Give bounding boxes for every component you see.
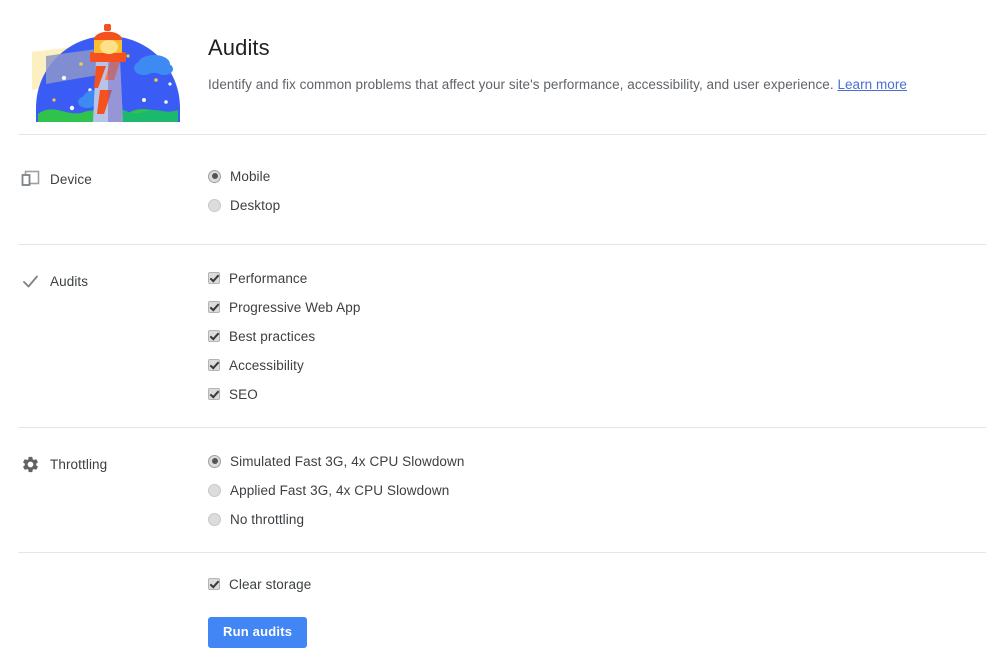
checkbox-seo-label: SEO: [229, 386, 258, 402]
page-description: Identify and fix common problems that af…: [208, 76, 907, 94]
section-device-title: Device: [50, 171, 92, 187]
section-device-label: Device: [18, 165, 208, 191]
radio-simulated-fast-3g-indicator[interactable]: [208, 454, 221, 468]
checkbox-clear-storage-label: Clear storage: [229, 576, 312, 592]
radio-option-applied-fast-3g[interactable]: Applied Fast 3G, 4x CPU Slowdown: [208, 479, 978, 501]
section-throttling-title: Throttling: [50, 456, 108, 472]
checkmark-icon: [18, 269, 42, 293]
checkbox-seo-indicator[interactable]: [208, 388, 220, 400]
learn-more-link[interactable]: Learn more: [837, 77, 907, 92]
lighthouse-logo: [18, 18, 198, 134]
checkbox-accessibility-label: Accessibility: [229, 357, 304, 373]
gear-icon: [18, 452, 42, 476]
checkbox-performance-label: Performance: [229, 270, 308, 286]
checkbox-option-performance[interactable]: Performance: [208, 267, 978, 289]
section-footer: Clear storage Run audits: [0, 553, 996, 648]
page-description-text: Identify and fix common problems that af…: [208, 77, 834, 92]
radio-option-mobile[interactable]: Mobile: [208, 165, 978, 187]
checkbox-progressive-web-app-label: Progressive Web App: [229, 299, 361, 315]
checkbox-best-practices-indicator[interactable]: [208, 330, 220, 342]
radio-applied-fast-3g-label: Applied Fast 3G, 4x CPU Slowdown: [230, 482, 450, 498]
radio-desktop-label: Desktop: [230, 197, 281, 213]
radio-option-desktop[interactable]: Desktop: [208, 194, 978, 216]
radio-no-throttling-indicator[interactable]: [208, 512, 221, 526]
radio-applied-fast-3g-indicator[interactable]: [208, 483, 221, 497]
section-throttling-options: Simulated Fast 3G, 4x CPU Slowdown Appli…: [208, 450, 978, 530]
section-throttling-label: Throttling: [18, 450, 208, 476]
run-audits-button[interactable]: Run audits: [208, 617, 308, 648]
section-device-options: Mobile Desktop: [208, 165, 978, 216]
checkbox-accessibility-indicator[interactable]: [208, 359, 220, 371]
section-footer-body: Clear storage Run audits: [208, 573, 978, 648]
checkbox-option-progressive-web-app[interactable]: Progressive Web App: [208, 296, 978, 318]
lighthouse-logo-svg: [32, 24, 180, 122]
radio-option-simulated-fast-3g[interactable]: Simulated Fast 3G, 4x CPU Slowdown: [208, 450, 978, 472]
checkbox-option-clear-storage[interactable]: Clear storage: [208, 573, 978, 595]
checkbox-best-practices-label: Best practices: [229, 328, 316, 344]
header-text-block: Audits Identify and fix common problems …: [198, 18, 907, 94]
section-audits-title: Audits: [50, 273, 89, 289]
section-audits-label: Audits: [18, 267, 208, 293]
checkbox-option-seo[interactable]: SEO: [208, 383, 978, 405]
page-title: Audits: [208, 35, 270, 60]
section-device: Device Mobile Desktop: [0, 135, 996, 244]
checkbox-performance-indicator[interactable]: [208, 272, 220, 284]
section-audits-options: Performance Progressive Web App Best pra…: [208, 267, 978, 405]
checkbox-clear-storage-indicator[interactable]: [208, 578, 220, 590]
devices-icon: [18, 167, 42, 191]
radio-simulated-fast-3g-label: Simulated Fast 3G, 4x CPU Slowdown: [230, 453, 465, 469]
section-throttling: Throttling Simulated Fast 3G, 4x CPU Slo…: [0, 428, 996, 552]
radio-desktop-indicator[interactable]: [208, 198, 221, 212]
radio-option-no-throttling[interactable]: No throttling: [208, 508, 978, 530]
section-footer-label-spacer: [18, 573, 208, 575]
checkbox-progressive-web-app-indicator[interactable]: [208, 301, 220, 313]
checkbox-option-accessibility[interactable]: Accessibility: [208, 354, 978, 376]
page-header: Audits Identify and fix common problems …: [0, 0, 996, 134]
section-audits: Audits Performance Progressive Web App B…: [0, 245, 996, 427]
radio-mobile-label: Mobile: [230, 168, 271, 184]
radio-mobile-indicator[interactable]: [208, 169, 221, 183]
checkbox-option-best-practices[interactable]: Best practices: [208, 325, 978, 347]
run-audits-row: Run audits: [208, 617, 978, 648]
radio-no-throttling-label: No throttling: [230, 511, 305, 527]
